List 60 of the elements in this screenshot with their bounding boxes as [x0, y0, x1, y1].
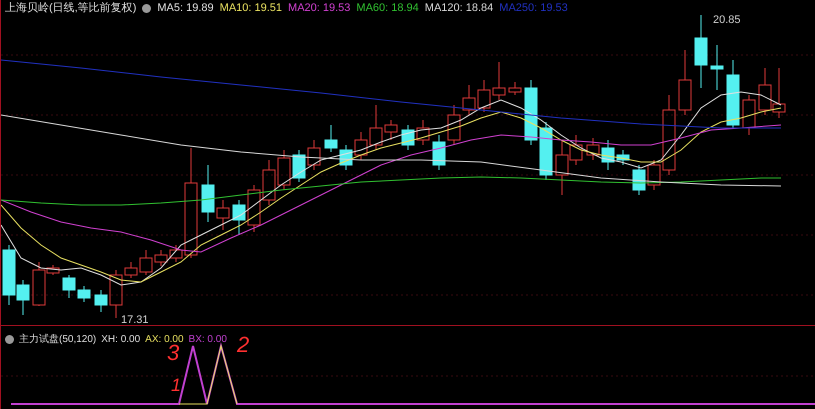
candlestick: [492, 62, 506, 100]
candlestick: [524, 80, 538, 146]
indicator-title: 主力试盘(50,120): [19, 332, 96, 347]
candlestick: [772, 68, 786, 118]
handwritten-number: 2: [237, 334, 250, 356]
indicator-legend-label: AX: 0.00: [145, 333, 184, 345]
chart-title: 上海贝岭(日线,等比前复权): [5, 1, 136, 16]
ma-legend-label: MA60: 18.94: [356, 1, 419, 16]
toggle-icon[interactable]: [5, 335, 14, 344]
candlestick: [140, 250, 152, 276]
candlestick: [354, 132, 368, 160]
candlestick: [248, 184, 260, 232]
candlestick: [216, 200, 230, 230]
candlestick: [62, 274, 76, 298]
high-price-label: 20.85: [713, 13, 741, 28]
handwritten-number: 3: [167, 342, 180, 364]
candlestick: [384, 120, 398, 140]
candlestick: [232, 200, 246, 236]
handwritten-number: 1: [171, 376, 182, 394]
candlestick: [540, 122, 552, 180]
candlestick: [416, 120, 430, 146]
candlestick: [632, 164, 646, 196]
ma-legend-label: MA5: 19.89: [157, 1, 214, 16]
candlestick: [154, 250, 168, 266]
candlestick: [78, 286, 90, 302]
candlestick: [292, 150, 306, 182]
candlestick: [586, 138, 600, 160]
ma-legend-label: MA250: 19.53: [499, 1, 568, 16]
indicator-legend-label: XH: 0.00: [101, 333, 140, 347]
toggle-icon[interactable]: [142, 4, 152, 13]
candlestick: [648, 160, 660, 190]
candlestick: [478, 80, 490, 112]
candlestick: [94, 290, 108, 312]
candlestick: [448, 104, 460, 146]
candlestick: [508, 82, 522, 96]
candlestick: [462, 84, 476, 116]
candlestick: [170, 244, 182, 262]
candlestick: [726, 60, 740, 128]
candlestick: [110, 270, 122, 318]
candlestick: [710, 44, 724, 90]
candlestick: [758, 68, 772, 116]
candlestick: [742, 94, 756, 136]
indicator-legend-label: BX: 0.00: [188, 333, 227, 347]
candlestick: [324, 124, 338, 152]
candlestick: [262, 160, 276, 206]
ma-legend-label: MA120: 18.84: [424, 1, 494, 16]
candlestick: [678, 50, 692, 116]
candlestick: [370, 104, 382, 150]
candlestick: [340, 144, 352, 170]
ma-legend-label: MA10: 19.51: [220, 1, 282, 16]
candlestick: [602, 140, 614, 170]
candlestick: [432, 134, 446, 170]
candlestick: [616, 150, 630, 166]
candlestick: [124, 262, 138, 278]
candlestick: [402, 124, 414, 150]
low-price-label: 17.31: [121, 313, 149, 328]
candlestick: [278, 150, 290, 190]
candlestick: [202, 164, 214, 222]
candlestick: [308, 140, 320, 170]
ma-legend-label: MA20: 19.53: [288, 1, 350, 16]
